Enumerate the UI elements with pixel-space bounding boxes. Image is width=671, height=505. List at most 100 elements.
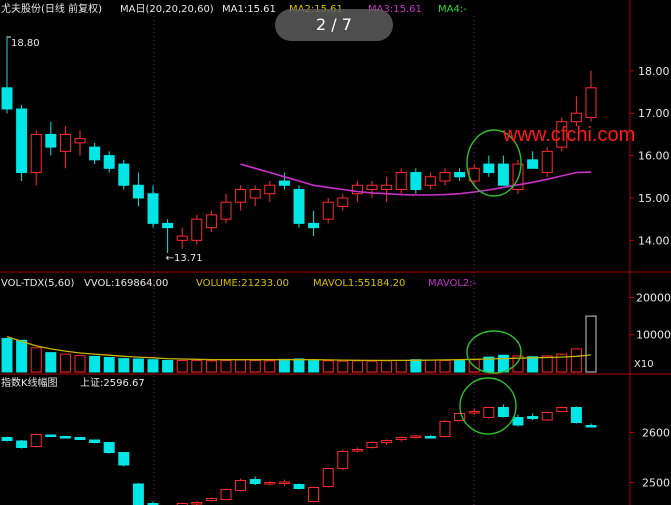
volume-bar	[541, 355, 553, 373]
index-highlight-circle	[459, 377, 517, 435]
index-candle	[483, 407, 495, 419]
price-candle	[45, 121, 57, 156]
ma-title: MA日(20,20,20,60)	[120, 4, 214, 15]
index-panel: 指数K线幅图 上证:2596.67 2600 2500	[1, 376, 670, 505]
candle-body	[45, 133, 57, 148]
candle-body	[541, 150, 553, 174]
volume-bar	[454, 359, 466, 373]
index-tick-label: 2500	[642, 477, 670, 490]
candle-body	[89, 146, 101, 161]
candle-body	[74, 437, 86, 440]
price-candle	[16, 104, 28, 182]
volume-bar	[308, 359, 320, 373]
price-candle	[118, 159, 130, 190]
price-candle	[264, 181, 276, 203]
index-candle	[439, 420, 451, 438]
price-tick-label: 18.00	[638, 65, 670, 78]
volume-bar	[410, 359, 422, 373]
index-candle	[497, 404, 509, 418]
price-candle	[30, 130, 42, 186]
candle-body	[527, 416, 539, 419]
candle-body	[205, 214, 217, 229]
candle-body	[293, 188, 305, 224]
volume-bar	[439, 359, 451, 373]
volume-bar	[497, 354, 509, 373]
price-tick-label: 14.00	[638, 234, 670, 247]
price-candle	[205, 210, 217, 232]
index-candle	[147, 501, 159, 505]
volume-bar	[30, 347, 42, 373]
candle-body	[454, 172, 466, 178]
volume-bar	[59, 353, 71, 373]
index-candle	[541, 411, 553, 421]
price-candle	[395, 168, 407, 194]
price-candle	[89, 142, 101, 165]
candle-body	[162, 222, 174, 229]
page-indicator[interactable]: 2 / 7	[275, 9, 393, 41]
candle-body	[191, 502, 203, 505]
index-candle	[322, 467, 334, 488]
candle-body	[30, 434, 42, 447]
volume-bar	[176, 359, 188, 373]
candle-body	[337, 451, 349, 469]
candle-body	[176, 235, 188, 241]
volume-tick-label: 20000	[636, 291, 671, 304]
price-candle	[424, 172, 436, 190]
price-candle	[308, 210, 320, 237]
volume-bar	[381, 360, 393, 373]
price-tick-label: 16.00	[638, 150, 670, 163]
candle-body	[220, 489, 232, 500]
index-candle	[45, 434, 57, 437]
volume-panel: VOL-TDX(5,60) VVOL:169864.00 VOLUME:2123…	[1, 278, 671, 374]
price-candle	[74, 130, 86, 156]
volume-bar	[132, 358, 144, 373]
volume-bar	[278, 358, 290, 373]
price-candle	[220, 193, 232, 224]
price-candle	[497, 155, 509, 186]
index-candle	[132, 483, 144, 505]
candle-body	[439, 421, 451, 437]
candle-body	[74, 138, 86, 144]
candle-body	[59, 133, 71, 152]
price-candle	[468, 164, 480, 186]
index-candle	[570, 406, 582, 424]
index-candle	[235, 478, 247, 492]
price-candle	[162, 219, 174, 254]
candle-body	[147, 193, 159, 224]
volume-bar	[322, 360, 334, 373]
price-candle	[541, 147, 553, 177]
ma1-label: MA1:15.61	[222, 4, 276, 15]
volume-header: VOL-TDX(5,60) VVOL:169864.00 VOLUME:2123…	[1, 278, 477, 289]
price-candle	[483, 155, 495, 177]
volume-bar	[89, 355, 101, 373]
volume-tick-label: 10000	[636, 329, 671, 342]
index-candle	[220, 488, 232, 501]
price-candle	[381, 176, 393, 203]
index-candle	[59, 436, 71, 439]
candle-body	[293, 484, 305, 489]
index-value: 上证:2596.67	[80, 377, 145, 389]
volume-bar	[366, 360, 378, 373]
price-candle	[103, 151, 115, 173]
index-candle	[89, 439, 101, 444]
candle-body	[439, 172, 451, 182]
volume-bars	[1, 315, 597, 373]
candle-body	[527, 159, 539, 169]
index-candle	[381, 439, 393, 445]
candle-body	[410, 435, 422, 438]
index-y-ticks: 2600 2500	[630, 427, 670, 490]
candle-body	[512, 417, 524, 426]
volume-y-ticks: 20000 10000	[630, 291, 671, 342]
candle-body	[59, 436, 71, 439]
price-panel: 尤夫股份(日线 前复权) MA日(20,20,20,60) MA1:15.61 …	[1, 2, 670, 505]
price-candle	[235, 185, 247, 211]
candle-body	[1, 437, 13, 441]
low-price-label: ←13.71	[166, 253, 203, 264]
index-candle	[30, 433, 42, 448]
price-candle	[191, 214, 203, 245]
volume-bar	[235, 359, 247, 373]
index-candle	[527, 413, 539, 420]
price-candle	[293, 185, 305, 228]
chart-frame	[0, 0, 671, 505]
candle-body	[205, 498, 217, 501]
